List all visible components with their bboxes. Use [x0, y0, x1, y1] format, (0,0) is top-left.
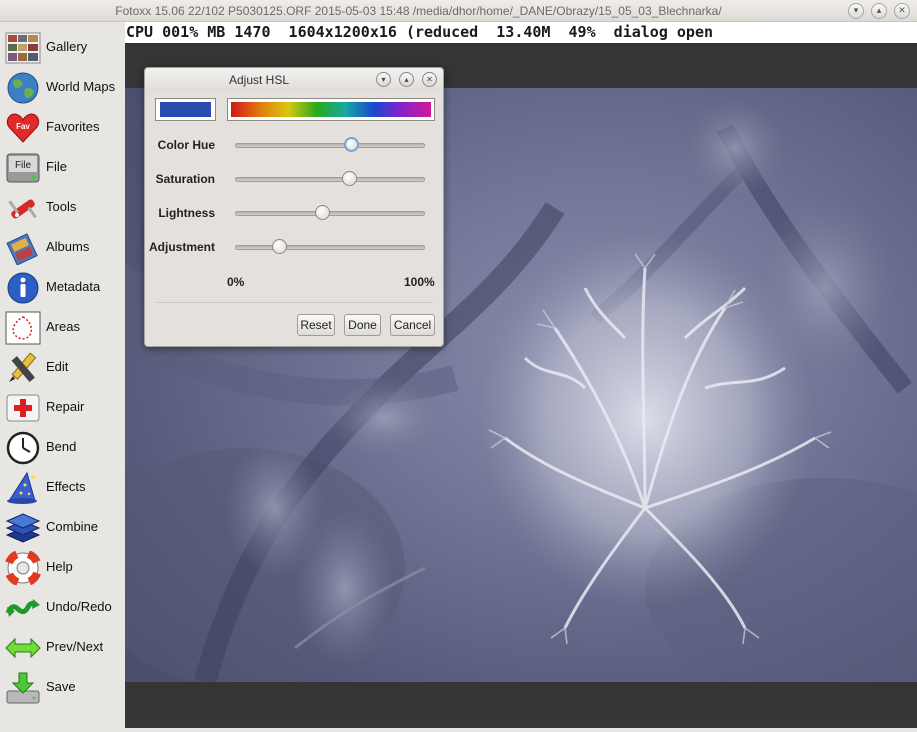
chevron-down-icon: ▾ — [381, 75, 386, 84]
sidebar-item-label: File — [46, 159, 67, 174]
close-icon: ✕ — [898, 6, 906, 16]
sidebar-item-label: World Maps — [46, 79, 116, 94]
dialog-separator — [157, 302, 433, 303]
chevron-up-icon: ▴ — [876, 6, 882, 16]
slider-row-saturation: Saturation — [145, 167, 443, 191]
slider-label: Lightness — [158, 206, 215, 220]
select-area-icon — [5, 311, 41, 345]
heart-icon: Fav — [6, 113, 40, 143]
color-hue-slider-track[interactable] — [235, 143, 425, 148]
sidebar-item-combine[interactable]: Combine — [0, 508, 125, 548]
tools-icon — [8, 199, 37, 219]
prev-next-arrows-icon — [5, 637, 41, 659]
window-title: Fotoxx 15.06 22/102 P5030125.ORF 2015-05… — [115, 4, 722, 18]
save-icon — [6, 672, 40, 704]
sidebar-item-label: Prev/Next — [46, 639, 104, 654]
sidebar-item-metadata[interactable]: Metadata — [0, 268, 125, 308]
minimize-button[interactable]: ▾ — [848, 3, 864, 19]
color-hue-slider-knob[interactable] — [343, 137, 359, 152]
adjustment-slider-knob[interactable] — [271, 239, 287, 254]
sidebar-item-label: Undo/Redo — [46, 599, 112, 614]
sidebar-item-effects[interactable]: Effects — [0, 468, 125, 508]
file-drive-icon: File — [6, 153, 40, 183]
sidebar-item-label: Favorites — [46, 119, 100, 134]
dialog-title: Adjust HSL — [228, 73, 290, 87]
sidebar-item-albums[interactable]: Albums — [0, 228, 125, 268]
window-titlebar: Fotoxx 15.06 22/102 P5030125.ORF 2015-05… — [0, 0, 917, 22]
file-badge-text: File — [15, 160, 32, 171]
favorites-badge-text: Fav — [16, 122, 30, 131]
sidebar-item-label: Effects — [46, 479, 86, 494]
dialog-maximize-button[interactable]: ▴ — [399, 72, 414, 87]
adjustment-slider-track[interactable] — [235, 245, 425, 250]
sidebar-item-label: Albums — [46, 239, 90, 254]
slider-row-color-hue: Color Hue — [145, 133, 443, 157]
undo-redo-icon — [5, 599, 40, 617]
sidebar-item-label: Edit — [46, 359, 69, 374]
dialog-minimize-button[interactable]: ▾ — [376, 72, 391, 87]
sidebar-item-label: Combine — [46, 519, 99, 534]
lightness-slider-knob[interactable] — [315, 205, 331, 220]
sidebar-item-bend[interactable]: Bend — [0, 428, 125, 468]
done-button[interactable]: Done — [344, 314, 381, 336]
selected-color-swatch[interactable] — [155, 98, 216, 121]
chevron-up-icon: ▴ — [404, 75, 409, 84]
scale-min-label: 0% — [227, 275, 245, 289]
hue-spectrum-fill — [231, 102, 431, 117]
sidebar: Gallery World Maps Fav Favorites File Fi… — [0, 22, 125, 732]
close-icon: ✕ — [426, 75, 433, 84]
sidebar-item-prev-next[interactable]: Prev/Next — [0, 628, 125, 668]
chevron-down-icon: ▾ — [853, 6, 859, 16]
sidebar-item-edit[interactable]: Edit — [0, 348, 125, 388]
sidebar-item-label: Repair — [46, 399, 85, 414]
sidebar-item-file[interactable]: File File — [0, 148, 125, 188]
globe-icon — [7, 72, 39, 104]
selected-color-fill — [160, 102, 211, 117]
lifebuoy-icon — [5, 551, 41, 585]
sidebar-item-areas[interactable]: Areas — [0, 308, 125, 348]
albums-icon — [6, 233, 38, 265]
saturation-slider-track[interactable] — [235, 177, 425, 182]
sidebar-item-label: Areas — [46, 319, 80, 334]
layers-icon — [5, 513, 41, 543]
adjust-hsl-dialog: Adjust HSL ▾ ▴ ✕ Color Hue Saturation Li… — [144, 67, 444, 347]
sidebar-item-tools[interactable]: Tools — [0, 188, 125, 228]
sidebar-item-label: Save — [46, 679, 76, 694]
cancel-button[interactable]: Cancel — [390, 314, 435, 336]
slider-row-adjustment: Adjustment — [145, 235, 443, 259]
sidebar-item-undo-redo[interactable]: Undo/Redo — [0, 588, 125, 628]
sidebar-item-gallery[interactable]: Gallery — [0, 28, 125, 68]
sidebar-item-label: Help — [46, 559, 73, 574]
slider-label: Adjustment — [149, 240, 215, 254]
status-line: CPU 001% MB 1470 1604x1200x16 (reduced 1… — [125, 22, 917, 43]
hue-spectrum-bar[interactable] — [227, 98, 435, 121]
reset-button[interactable]: Reset — [297, 314, 335, 336]
edit-icon — [9, 352, 37, 383]
dialog-close-button[interactable]: ✕ — [422, 72, 437, 87]
maximize-button[interactable]: ▴ — [871, 3, 887, 19]
sidebar-item-save[interactable]: Save — [0, 668, 125, 708]
sidebar-item-label: Metadata — [46, 279, 101, 294]
sidebar-item-label: Gallery — [46, 39, 88, 54]
scale-max-label: 100% — [404, 275, 435, 289]
sidebar-item-favorites[interactable]: Fav Favorites — [0, 108, 125, 148]
wizard-hat-icon — [7, 471, 37, 504]
sidebar-item-world-maps[interactable]: World Maps — [0, 68, 125, 108]
sidebar-item-help[interactable]: Help — [0, 548, 125, 588]
sidebar-item-repair[interactable]: Repair — [0, 388, 125, 428]
slider-label: Color Hue — [157, 138, 215, 152]
bend-clock-icon — [6, 431, 40, 465]
dialog-titlebar[interactable]: Adjust HSL ▾ ▴ ✕ — [145, 68, 443, 92]
slider-label: Saturation — [155, 172, 215, 186]
gallery-icon — [5, 32, 41, 64]
sidebar-item-label: Bend — [46, 439, 77, 454]
sidebar-item-label: Tools — [46, 199, 77, 214]
slider-row-lightness: Lightness — [145, 201, 443, 225]
info-icon — [7, 272, 39, 304]
close-button[interactable]: ✕ — [894, 3, 910, 19]
first-aid-icon — [6, 394, 40, 422]
saturation-slider-knob[interactable] — [342, 171, 357, 186]
